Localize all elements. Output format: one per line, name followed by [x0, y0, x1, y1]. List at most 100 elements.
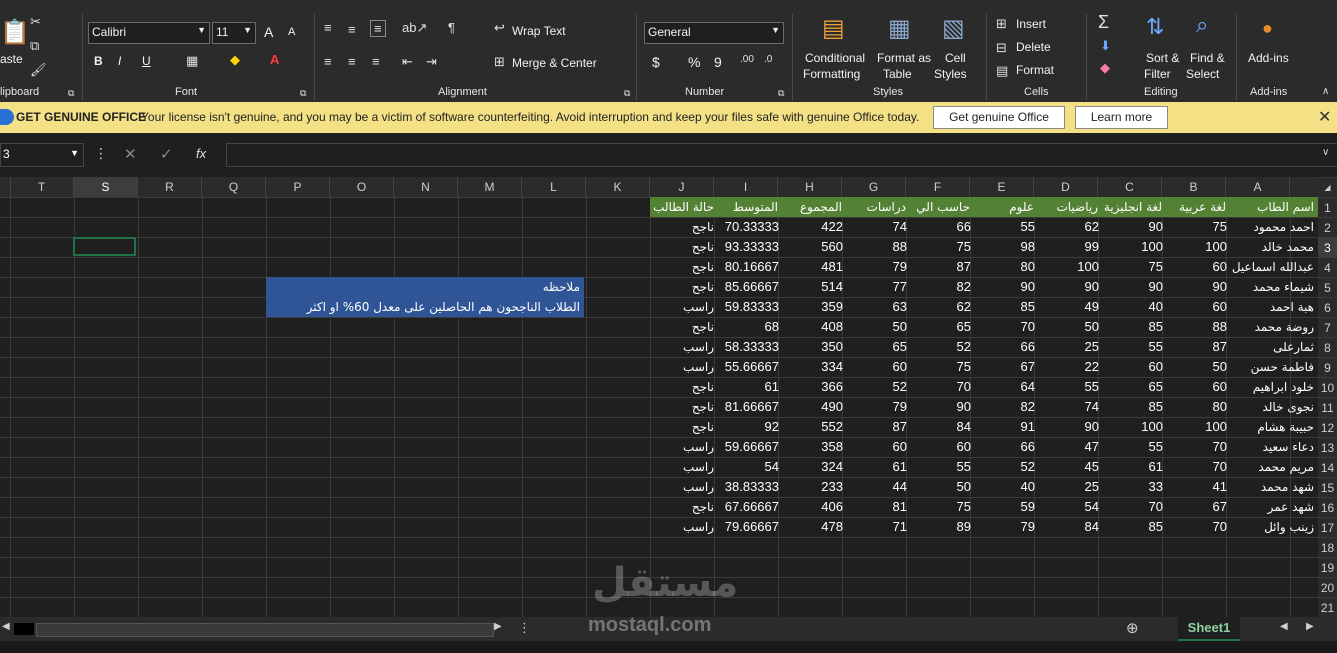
font-name-select[interactable]: Calibri ▼ — [88, 22, 210, 44]
score-cell[interactable]: 93.33333 — [718, 237, 782, 257]
text-direction-icon[interactable]: ¶ — [448, 20, 455, 35]
score-cell[interactable]: 90 — [1102, 217, 1166, 237]
score-cell[interactable]: 552 — [782, 417, 846, 437]
column-header-n[interactable]: N — [394, 177, 458, 197]
column-header-b[interactable]: B — [1162, 177, 1226, 197]
decrease-decimal-icon[interactable]: .0 — [764, 54, 772, 65]
scroll-left-icon[interactable]: ◀ — [2, 621, 10, 632]
status-cell[interactable]: ناجح — [650, 417, 718, 437]
column-header-t[interactable]: T — [10, 177, 74, 197]
score-cell[interactable]: 59.83333 — [718, 297, 782, 317]
table-header-cell[interactable]: المجموع — [782, 197, 846, 217]
status-cell[interactable]: راسب — [650, 337, 718, 357]
confirm-entry-icon[interactable]: ✓ — [160, 145, 173, 163]
score-cell[interactable]: 65 — [1102, 377, 1166, 397]
score-cell[interactable]: 324 — [782, 457, 846, 477]
score-cell[interactable]: 60 — [846, 357, 910, 377]
score-cell[interactable]: 366 — [782, 377, 846, 397]
score-cell[interactable]: 55 — [1102, 437, 1166, 457]
select-all-corner-icon[interactable]: ◢ — [1318, 177, 1337, 198]
column-header-i[interactable]: I — [714, 177, 778, 197]
score-cell[interactable]: 55 — [1102, 337, 1166, 357]
column-header-e[interactable]: E — [970, 177, 1034, 197]
score-cell[interactable]: 88 — [846, 237, 910, 257]
score-cell[interactable]: 55 — [1038, 377, 1102, 397]
score-cell[interactable]: 59.66667 — [718, 437, 782, 457]
column-header-l[interactable]: L — [522, 177, 586, 197]
table-header-cell[interactable]: رياضيات — [1038, 197, 1102, 217]
student-name-cell[interactable]: عبدالله اسماعيل — [1230, 257, 1318, 277]
score-cell[interactable]: 52 — [846, 377, 910, 397]
score-cell[interactable]: 81 — [846, 497, 910, 517]
score-cell[interactable]: 50 — [846, 317, 910, 337]
column-header-h[interactable]: H — [778, 177, 842, 197]
horizontal-scrollbar[interactable] — [36, 623, 494, 637]
score-cell[interactable]: 64 — [974, 377, 1038, 397]
add-ins-icon[interactable]: ● — [1262, 18, 1273, 39]
status-cell[interactable]: راسب — [650, 437, 718, 457]
score-cell[interactable]: 87 — [846, 417, 910, 437]
student-name-cell[interactable]: مريم محمد — [1230, 457, 1318, 477]
score-cell[interactable]: 100 — [1102, 237, 1166, 257]
note-text[interactable]: الطلاب الناجحون هم الحاصلين على معدل 60%… — [266, 297, 584, 317]
fill-icon[interactable]: ⬇ — [1100, 38, 1111, 54]
score-cell[interactable]: 40 — [974, 477, 1038, 497]
row-header-4[interactable]: 4 — [1318, 257, 1337, 278]
column-header-m[interactable]: M — [458, 177, 522, 197]
score-cell[interactable]: 82 — [910, 277, 974, 297]
conditional-formatting-line2[interactable]: Formatting — [803, 67, 860, 81]
number-format-select[interactable]: General ▼ — [644, 22, 784, 44]
autosum-icon[interactable]: Σ — [1098, 12, 1109, 33]
align-top-icon[interactable]: ≡ — [324, 20, 332, 35]
score-cell[interactable]: 85 — [1102, 317, 1166, 337]
conditional-formatting-line1[interactable]: Conditional — [805, 51, 865, 65]
student-name-cell[interactable]: خلود ابراهيم — [1230, 377, 1318, 397]
student-name-cell[interactable]: شهد عمر — [1230, 497, 1318, 517]
delete-cells-icon[interactable]: ⊟ — [996, 40, 1007, 56]
shrink-font-button[interactable]: A — [288, 26, 295, 38]
comma-button[interactable]: 9 — [714, 54, 722, 70]
collapse-ribbon-icon[interactable]: ∧ — [1322, 86, 1329, 97]
score-cell[interactable]: 99 — [1038, 237, 1102, 257]
sort-filter-icon[interactable]: ⇅ — [1146, 14, 1164, 40]
decrease-indent-icon[interactable]: ⇤ — [402, 54, 413, 70]
score-cell[interactable]: 47 — [1038, 437, 1102, 457]
score-cell[interactable]: 82 — [974, 397, 1038, 417]
align-center-icon[interactable]: ≡ — [348, 54, 356, 69]
student-name-cell[interactable]: محمد خالد — [1230, 237, 1318, 257]
prev-sheet-icon[interactable]: ◀ — [1280, 621, 1288, 632]
more-options-icon[interactable]: ⋮ — [518, 620, 531, 636]
format-as-table-icon[interactable]: ▦ — [888, 14, 911, 43]
score-cell[interactable]: 478 — [782, 517, 846, 537]
wrap-text-button[interactable]: Wrap Text — [512, 24, 566, 38]
score-cell[interactable]: 100 — [1166, 237, 1230, 257]
score-cell[interactable]: 85.66667 — [718, 277, 782, 297]
score-cell[interactable]: 422 — [782, 217, 846, 237]
score-cell[interactable]: 63 — [846, 297, 910, 317]
status-cell[interactable]: ناجح — [650, 277, 718, 297]
score-cell[interactable]: 85 — [1102, 517, 1166, 537]
cell-styles-line2[interactable]: Styles — [934, 67, 967, 81]
format-button[interactable]: Format — [1016, 63, 1054, 77]
score-cell[interactable]: 66 — [974, 337, 1038, 357]
font-size-select[interactable]: 11 ▼ — [212, 22, 256, 44]
score-cell[interactable]: 88 — [1166, 317, 1230, 337]
row-header-8[interactable]: 8 — [1318, 337, 1337, 358]
font-color-icon[interactable]: A — [270, 52, 279, 67]
percent-button[interactable]: % — [688, 54, 700, 70]
score-cell[interactable]: 52 — [910, 337, 974, 357]
table-header-cell[interactable]: اسم الطاب — [1230, 197, 1318, 217]
score-cell[interactable]: 80 — [974, 257, 1038, 277]
column-header-d[interactable]: D — [1034, 177, 1098, 197]
row-header-18[interactable]: 18 — [1318, 537, 1337, 558]
score-cell[interactable]: 100 — [1102, 417, 1166, 437]
score-cell[interactable]: 80 — [1166, 397, 1230, 417]
score-cell[interactable]: 60 — [846, 437, 910, 457]
selected-cell[interactable] — [73, 237, 136, 256]
score-cell[interactable]: 560 — [782, 237, 846, 257]
student-name-cell[interactable]: روضة محمد — [1230, 317, 1318, 337]
score-cell[interactable]: 90 — [910, 397, 974, 417]
status-cell[interactable]: راسب — [650, 517, 718, 537]
add-sheet-icon[interactable]: ⊕ — [1126, 619, 1139, 637]
student-name-cell[interactable]: فاطمة حسن — [1230, 357, 1318, 377]
